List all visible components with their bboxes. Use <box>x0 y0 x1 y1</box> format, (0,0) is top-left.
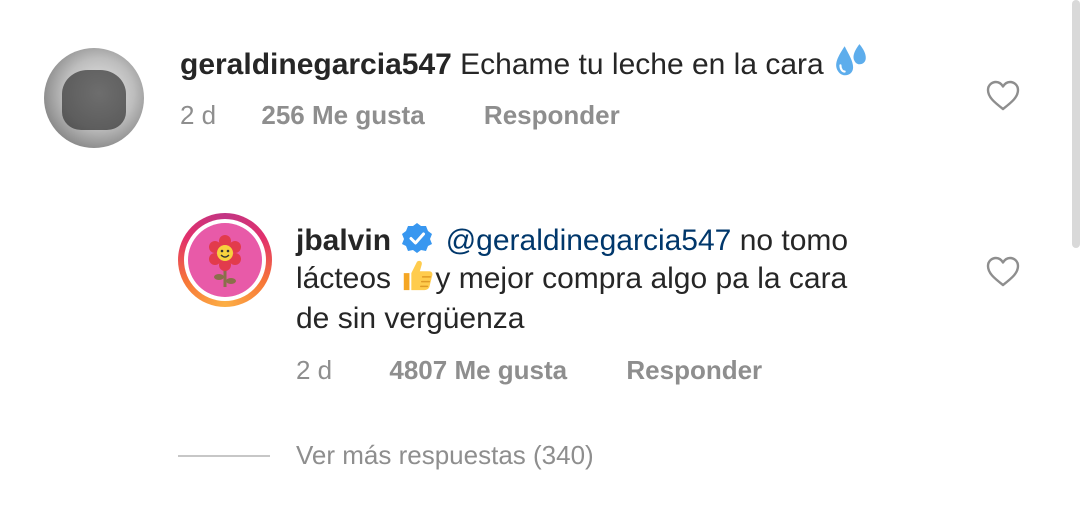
avatar-jbalvin[interactable] <box>178 213 272 307</box>
comment-meta: 2 d 256 Me gusta Responder <box>180 100 620 131</box>
avatar-photo <box>62 70 126 130</box>
comment-time: 2 d <box>180 100 217 130</box>
verified-badge-icon <box>402 223 433 253</box>
sweat-droplets-icon <box>836 44 866 76</box>
comment-text: Echame tu leche en la cara <box>460 48 824 81</box>
comment-body: geraldinegarcia547 Echame tu leche en la… <box>180 42 870 86</box>
reply-reply-button[interactable]: Responder <box>626 355 762 385</box>
reply-text-line2-suffix: y mejor compra algo pa la cara <box>435 262 848 295</box>
view-more-replies-link[interactable]: Ver más respuestas (340) <box>296 440 594 471</box>
like-heart-icon[interactable] <box>986 80 1020 112</box>
avatar-geraldinegarcia547[interactable] <box>44 48 144 148</box>
reply-time: 2 d <box>296 355 333 385</box>
reply-mention[interactable]: @geraldinegarcia547 <box>446 224 732 257</box>
reply-body-line3: de sin vergüenza <box>296 298 525 340</box>
avatar-story-gap <box>184 219 266 301</box>
reply-button[interactable]: Responder <box>484 100 620 130</box>
reply-text-line3: de sin vergüenza <box>296 302 525 335</box>
avatar-photo <box>188 223 262 297</box>
comment-likes[interactable]: 256 Me gusta <box>261 100 424 130</box>
reply-likes[interactable]: 4807 Me gusta <box>389 355 567 385</box>
reply-username[interactable]: jbalvin <box>296 224 391 257</box>
reply-text-part1: no tomo <box>731 224 849 257</box>
replies-divider <box>178 455 270 457</box>
reply-like-heart-icon[interactable] <box>986 256 1020 288</box>
comment-username[interactable]: geraldinegarcia547 <box>180 48 452 81</box>
reply-body-line2: lácteos y mejor compra algo pa la cara <box>296 258 847 300</box>
reply-meta: 2 d 4807 Me gusta Responder <box>296 355 762 386</box>
flower-icon <box>209 235 241 287</box>
reply-body-line1: jbalvin @geraldinegarcia547 no tomo <box>296 220 848 262</box>
thumbs-up-icon <box>404 260 433 291</box>
scrollbar[interactable] <box>1072 0 1080 248</box>
reply-text-line2-prefix: lácteos <box>296 262 400 295</box>
